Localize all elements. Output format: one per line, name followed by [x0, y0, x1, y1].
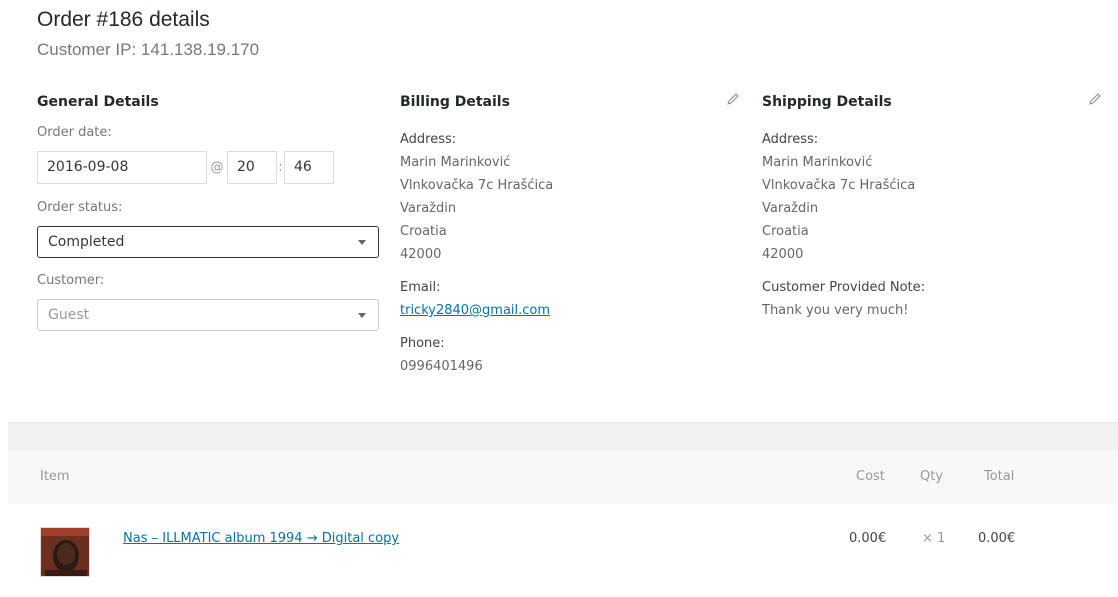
order-date-input[interactable]: 2016-09-08 [37, 151, 207, 184]
shipping-address-line: Marin Marinković [762, 155, 873, 170]
shipping-address-line: 42000 [762, 247, 804, 262]
order-status-label: Order status: [37, 200, 123, 215]
order-date-row: 2016-09-08 @ 20 : 46 [37, 151, 382, 184]
shipping-address-line: Croatia [762, 224, 809, 239]
billing-address-line: Croatia [400, 224, 447, 239]
chevron-down-icon [358, 240, 366, 245]
item-cost: 0.00€ [849, 531, 887, 546]
pencil-icon[interactable] [1088, 92, 1102, 106]
billing-address-line: 42000 [400, 247, 442, 262]
items-divider-band [8, 422, 1118, 450]
general-details-heading: General Details [37, 94, 159, 110]
billing-email-link[interactable]: tricky2840@gmail.com [400, 303, 550, 318]
column-header-item: Item [40, 469, 70, 484]
page-title: Order #186 details [37, 8, 210, 31]
column-header-total: Total [984, 469, 1015, 484]
order-minute-input[interactable]: 46 [284, 151, 334, 184]
at-separator: @ [210, 160, 224, 175]
item-name-link[interactable]: Nas – ILLMATIC album 1994 → Digital copy [123, 531, 399, 546]
shipping-address-line: Vlnkovačka 7c Hrašćica [762, 178, 916, 193]
billing-phone-label: Phone: [400, 336, 445, 351]
column-header-qty: Qty [920, 469, 944, 484]
order-status-value: Completed [48, 234, 125, 250]
shipping-address-label: Address: [762, 132, 819, 147]
billing-address-line: Marin Marinković [400, 155, 511, 170]
album-cover-thumbnail [40, 527, 90, 577]
items-table-header [8, 450, 1118, 504]
shipping-address-line: Varaždin [762, 201, 819, 216]
chevron-down-icon [358, 313, 366, 318]
customer-value: Guest [48, 307, 90, 323]
billing-details-section: Billing Details Address: Marin Marinkovi… [400, 90, 745, 378]
customer-note-value: Thank you very much! [762, 303, 909, 318]
billing-address-line: Vlnkovačka 7c Hrašćica [400, 178, 554, 193]
billing-phone-value: 0996401496 [400, 359, 483, 374]
customer-select[interactable]: Guest [37, 299, 379, 331]
shipping-details-section: Shipping Details Address: Marin Marinkov… [762, 90, 1107, 322]
order-hour-input[interactable]: 20 [227, 151, 277, 184]
order-status-select[interactable]: Completed [37, 226, 379, 258]
billing-address-line: Varaždin [400, 201, 457, 216]
shipping-details-heading: Shipping Details [762, 94, 892, 110]
general-details-section: General Details Order date: 2016-09-08 @… [37, 90, 382, 331]
billing-details-heading: Billing Details [400, 94, 510, 110]
billing-address-label: Address: [400, 132, 457, 147]
customer-note-label: Customer Provided Note: [762, 280, 925, 295]
column-header-cost: Cost [856, 469, 885, 484]
customer-ip: Customer IP: 141.138.19.170 [37, 40, 260, 59]
item-total: 0.00€ [978, 531, 1016, 546]
customer-label: Customer: [37, 273, 105, 288]
time-colon: : [278, 160, 283, 175]
pencil-icon[interactable] [726, 92, 740, 106]
item-qty: × 1 [922, 531, 946, 546]
billing-email-label: Email: [400, 280, 441, 295]
order-date-label: Order date: [37, 125, 112, 140]
